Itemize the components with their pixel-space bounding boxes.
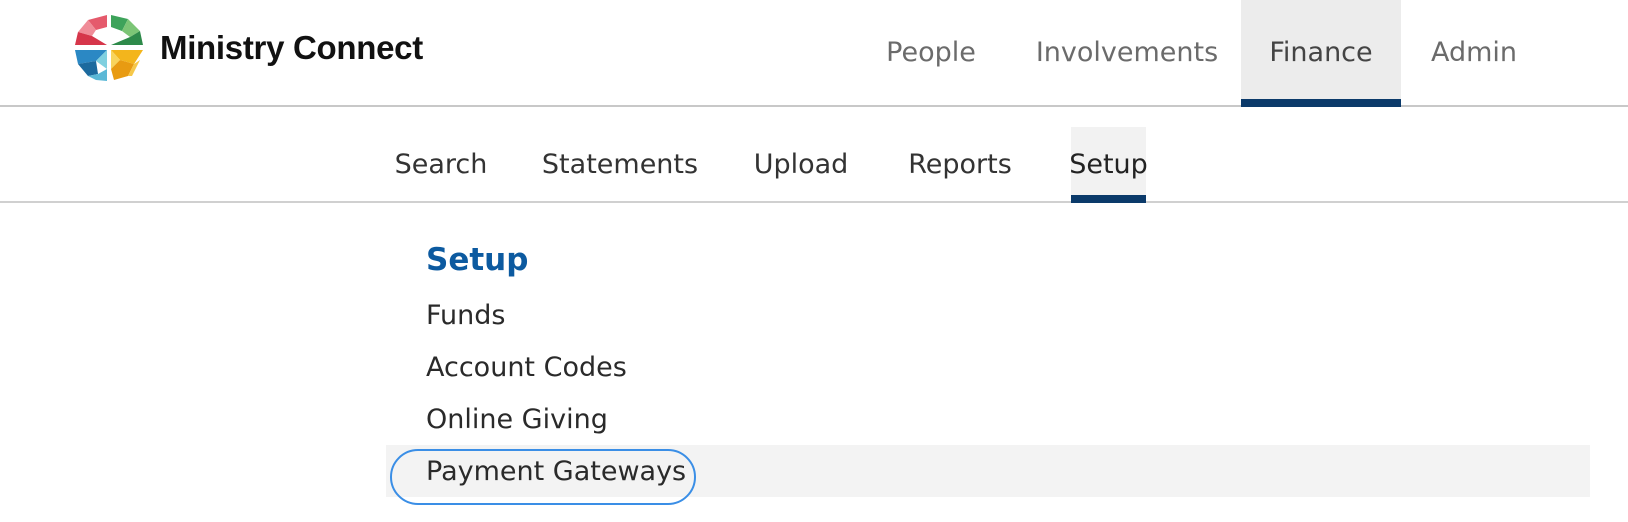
subtab-reports[interactable]: Reports [900, 127, 1020, 201]
menu-item-account-codes[interactable]: Account Codes [386, 341, 1590, 393]
setup-heading: Setup [426, 242, 529, 278]
subtab-setup[interactable]: Setup [1069, 127, 1148, 203]
tab-admin[interactable]: Admin [1410, 0, 1538, 105]
subtab-search[interactable]: Search [386, 127, 496, 201]
tab-people[interactable]: People [866, 0, 996, 105]
tab-finance[interactable]: Finance [1241, 0, 1401, 107]
tab-involvements[interactable]: Involvements [1020, 0, 1234, 105]
subtab-upload[interactable]: Upload [746, 127, 856, 201]
finance-sub-nav: Search Statements Upload Reports Setup [0, 107, 1628, 203]
main-nav: People Involvements Finance Admin [0, 0, 1628, 107]
menu-item-payment-gateways[interactable]: Payment Gateways [386, 445, 1590, 497]
menu-item-online-giving[interactable]: Online Giving [386, 393, 1590, 445]
menu-item-funds[interactable]: Funds [386, 289, 1590, 341]
top-navigation-bar: Ministry Connect People Involvements Fin… [0, 0, 1628, 107]
subtab-statements[interactable]: Statements [536, 127, 704, 201]
